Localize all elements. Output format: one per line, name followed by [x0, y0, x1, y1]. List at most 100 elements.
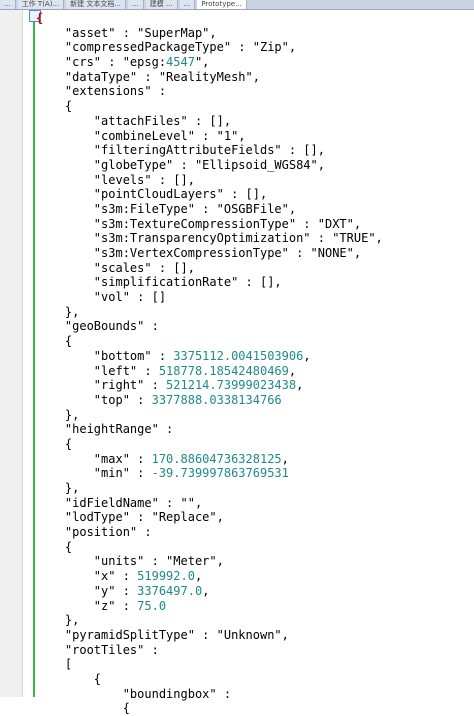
code-line: "globeType" : "Ellipsoid_WGS84", [36, 158, 383, 173]
code-text: "units" : "Meter", [36, 554, 224, 569]
code-text: [ [36, 657, 73, 672]
code-text: "s3m:VertexCompressionType" : "NONE", [36, 246, 362, 260]
code-number: 3375112.0041503906 [173, 348, 304, 363]
code-editor[interactable]: { "asset" : "SuperMap", "compressedPacka… [36, 11, 383, 716]
code-text: "heightRange" : [36, 422, 174, 437]
code-text-tail: , [194, 569, 203, 584]
code-text: }, [36, 613, 80, 628]
editor-tab-bar: ... 工作 T(A)... 新建 文本文档...... 建模 ...... Proto… [0, 0, 474, 10]
code-text: "crs" : "epsg: [36, 55, 167, 70]
editor-tab[interactable]: Prototype... [197, 0, 247, 9]
code-text: "dataType" : "RealityMesh", [36, 69, 260, 84]
code-text: "globeType" : "Ellipsoid_WGS84", [36, 157, 325, 172]
editor-tab[interactable]: 建模 ... [145, 0, 178, 9]
code-text: "scales" : [], [36, 260, 195, 275]
code-text: "z" : [36, 598, 138, 613]
code-line: }, [36, 613, 383, 628]
code-text: "idFieldName" : "", [36, 495, 203, 510]
code-text: "combineLevel" : "1", [36, 128, 246, 143]
code-text: "s3m:FileType" : "OSGBFile", [36, 201, 297, 216]
code-number: 519992.0 [137, 569, 195, 584]
code-text: "s3m:TransparencyOptimization" : "TRUE", [36, 231, 383, 246]
fold-indicator-line[interactable] [33, 18, 35, 697]
code-text-tail: , [281, 451, 289, 466]
code-number: 3377888.0338134766 [151, 392, 282, 407]
code-text: "vol" : [] [36, 290, 167, 305]
code-number: 3376497.0 [137, 583, 203, 598]
code-number: 4547 [166, 55, 195, 70]
code-line: "combineLevel" : "1", [36, 129, 383, 144]
code-number: -39.739997863769531 [151, 466, 289, 481]
code-text: "max" : [36, 451, 152, 466]
code-text: "attachFiles" : [], [36, 113, 232, 128]
editor-gutter [0, 10, 23, 697]
editor-tab[interactable]: 新建 文本文档... [66, 0, 127, 9]
code-line: }, [36, 305, 383, 320]
code-line: "idFieldName" : "", [36, 496, 383, 511]
code-line: "pyramidSplitType" : "Unknown", [36, 628, 383, 643]
code-line: }, [36, 481, 383, 496]
code-line: "x" : 519992.0, [36, 569, 383, 584]
code-text: "levels" : [], [36, 172, 195, 187]
code-text: "y" : [36, 583, 138, 598]
code-text: }, [36, 304, 80, 319]
code-line: { [36, 99, 383, 114]
code-line: "left" : 518778.18542480469, [36, 364, 383, 379]
code-line: "vol" : [] [36, 290, 383, 305]
code-text: }, [36, 481, 80, 495]
code-line: "crs" : "epsg:4547", [36, 55, 383, 70]
code-line: "position" : [36, 525, 383, 540]
code-line: { [36, 437, 383, 452]
code-text: "top" : [36, 392, 152, 407]
code-text: "min" : [36, 466, 152, 481]
code-text: "simplificationRate" : [], [36, 275, 282, 290]
code-line: "bottom" : 3375112.0041503906, [36, 349, 383, 364]
code-text-tail: ", [194, 55, 210, 70]
code-line: "rootTiles" : [36, 643, 383, 658]
code-number: 518778.18542480469 [158, 363, 289, 378]
code-text: }, [36, 407, 80, 422]
code-line: "dataType" : "RealityMesh", [36, 70, 383, 85]
editor-tab[interactable]: ... [0, 0, 16, 9]
editor-tab[interactable]: ... [128, 0, 144, 9]
code-line: "filteringAttributeFields" : [], [36, 143, 383, 158]
code-text: { [36, 99, 73, 114]
code-text: "left" : [36, 363, 159, 378]
code-line: "y" : 3376497.0, [36, 584, 383, 599]
code-line: "pointCloudLayers" : [], [36, 187, 383, 202]
code-line: "geoBounds" : [36, 319, 383, 334]
code-line: "attachFiles" : [], [36, 114, 383, 129]
code-text: "position" : [36, 525, 152, 540]
code-line: }, [36, 408, 383, 423]
code-text: { [36, 11, 44, 25]
code-text-tail: , [202, 583, 210, 598]
code-line: { [36, 672, 383, 687]
code-line: "s3m:VertexCompressionType" : "NONE", [36, 246, 383, 261]
code-text: "right" : [36, 378, 167, 393]
code-line: "scales" : [], [36, 261, 383, 276]
code-number: 521214.73999023438 [166, 378, 297, 393]
code-line: "max" : 170.88604736328125, [36, 452, 383, 467]
code-line: "min" : -39.739997863769531 [36, 466, 383, 481]
code-text: { [36, 436, 73, 451]
code-text: "compressedPackageType" : "Zip", [36, 40, 297, 55]
code-line: "s3m:FileType" : "OSGBFile", [36, 202, 383, 217]
code-text-tail: , [296, 378, 304, 393]
code-number: 170.88604736328125 [151, 451, 282, 466]
code-text: "rootTiles" : [36, 642, 159, 657]
code-line: "heightRange" : [36, 422, 383, 437]
code-text: "extensions" : [36, 84, 167, 99]
code-text: { [36, 539, 73, 554]
code-text: "x" : [36, 569, 138, 584]
code-text: "filteringAttributeFields" : [], [36, 143, 325, 158]
editor-tab[interactable]: 工作 T(A)... [17, 0, 65, 9]
code-line: "simplificationRate" : [], [36, 275, 383, 290]
code-line: "compressedPackageType" : "Zip", [36, 40, 383, 55]
code-number: 75.0 [137, 598, 167, 613]
code-text: "boundingbox" : [36, 686, 232, 701]
code-text: { [36, 334, 73, 349]
editor-tab[interactable]: ... [179, 0, 196, 9]
code-text: "pyramidSplitType" : "Unknown", [36, 627, 289, 642]
code-text: "pointCloudLayers" : [], [36, 187, 268, 202]
code-line: "s3m:TextureCompressionType" : "DXT", [36, 217, 383, 232]
